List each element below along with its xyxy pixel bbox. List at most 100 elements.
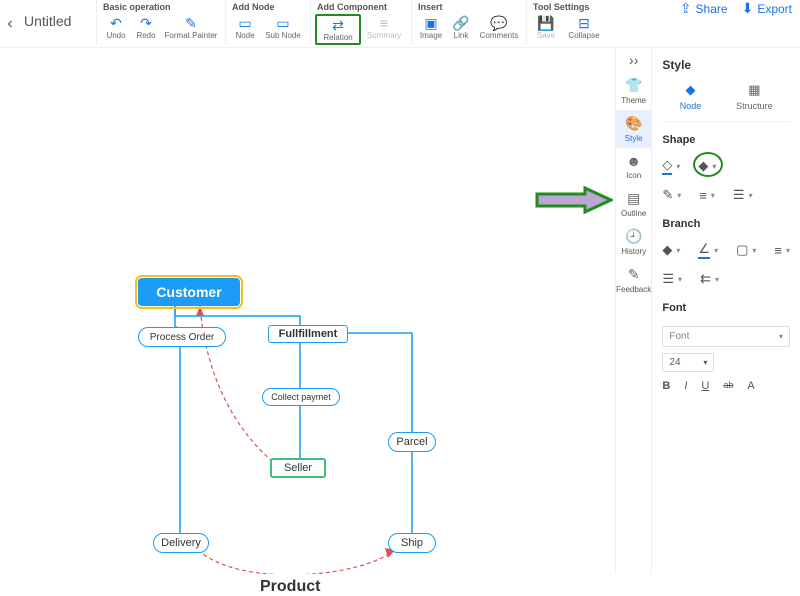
tab-node[interactable]: ◆Node xyxy=(680,82,702,111)
strikethrough-button[interactable]: ab xyxy=(723,380,733,392)
line-style-icon: ☰ xyxy=(733,187,745,203)
rail-feedback[interactable]: ✎ Feedback xyxy=(616,261,651,299)
rail-theme[interactable]: 👕 Theme xyxy=(616,72,651,110)
rail-outline[interactable]: ▤ Outline xyxy=(616,185,651,223)
tool-sub-node[interactable]: ▭Sub Node xyxy=(260,14,306,41)
node-delivery[interactable]: Delivery xyxy=(153,533,209,553)
export-icon: ⬇ xyxy=(742,0,754,17)
tab-structure[interactable]: ▦Structure xyxy=(736,82,773,111)
bold-button[interactable]: B xyxy=(662,380,670,392)
toolbar-group-add-component: Add Component⇄Relation≡Summary xyxy=(310,0,411,45)
branch-arrow-button[interactable]: ⇇▾ xyxy=(700,271,719,287)
tool-relation[interactable]: ⇄Relation xyxy=(315,14,361,45)
tool-image[interactable]: ▣Image xyxy=(416,14,446,41)
toolbar-group-basic-operation: Basic operation↶Undo↷Redo✎Format Painter xyxy=(96,0,225,45)
rail-label: History xyxy=(621,247,646,256)
top-toolbar: ‹ Untitled Basic operation↶Undo↷Redo✎For… xyxy=(0,0,800,48)
font-color-button[interactable]: A xyxy=(747,380,754,392)
tool-save: 💾Save xyxy=(531,14,561,41)
line-weight-icon: ≡ xyxy=(699,188,707,203)
arrow-indicator xyxy=(535,186,613,214)
rail-history[interactable]: 🕘History xyxy=(616,223,651,261)
export-button[interactable]: ⬇Export xyxy=(742,0,792,17)
tool-label: Link xyxy=(454,31,469,40)
tool-redo[interactable]: ↷Redo xyxy=(131,14,161,41)
summary-icon: ≡ xyxy=(380,15,388,31)
share-icon: ⇪ xyxy=(680,0,692,17)
branch-align-button[interactable]: ≡▾ xyxy=(774,241,790,259)
rail-label: Style xyxy=(625,134,643,143)
branch-weight-button[interactable]: ☰▾ xyxy=(662,271,682,287)
tool-node[interactable]: ▭Node xyxy=(230,14,260,41)
tool-format-painter[interactable]: ✎Format Painter xyxy=(161,14,221,41)
rail-collapse-button[interactable]: ›› xyxy=(616,48,651,72)
branch-color-icon: ◆ xyxy=(662,242,672,258)
tool-label: Image xyxy=(420,31,442,40)
right-actions: ⇪Share ⬇Export xyxy=(680,0,800,17)
line-weight-button[interactable]: ≡▾ xyxy=(699,187,715,203)
structure-tab-icon: ▦ xyxy=(748,82,760,98)
node-seller[interactable]: Seller xyxy=(270,458,326,478)
sub-node-icon: ▭ xyxy=(276,15,289,31)
fill-icon: ◇ xyxy=(662,157,672,175)
font-family-select[interactable]: Font▾ xyxy=(662,326,790,347)
shape-style-icon: ◆ xyxy=(698,158,708,174)
share-button[interactable]: ⇪Share xyxy=(680,0,728,17)
tool-label: Sub Node xyxy=(265,31,301,40)
line-style-button[interactable]: ☰▾ xyxy=(733,187,753,203)
node-customer[interactable]: Customer xyxy=(138,278,240,306)
border-button[interactable]: ✎▾ xyxy=(662,187,681,203)
style-icon: 🎨 xyxy=(625,115,642,132)
canvas-workspace[interactable]: Customer Process Order Fullfillment Coll… xyxy=(0,48,615,574)
tool-link[interactable]: 🔗Link xyxy=(446,14,476,41)
tool-label: Relation xyxy=(323,33,352,42)
relation-icon: ⇄ xyxy=(332,17,344,33)
rail-label: Feedback xyxy=(616,285,651,294)
underline-button[interactable]: U xyxy=(701,380,709,392)
canvas-edges xyxy=(0,48,615,574)
shape-fill-button[interactable]: ◇▾ xyxy=(662,157,680,175)
branch-color-button[interactable]: ◆▾ xyxy=(662,241,680,259)
toolbar-group-tool-settings: Tool Settings💾Save⊟Collapse xyxy=(526,0,611,45)
branch-line-button[interactable]: ∠▾ xyxy=(698,241,718,259)
redo-icon: ↷ xyxy=(140,15,152,31)
branch-align-icon: ≡ xyxy=(774,243,782,258)
tool-comments[interactable]: 💬Comments xyxy=(476,14,522,41)
font-size-select[interactable]: 24▾ xyxy=(662,353,714,372)
panel-tabs: ◆Node ▦Structure xyxy=(662,82,790,122)
rail-label: Outline xyxy=(621,209,646,218)
node-collect-paymet[interactable]: Collect paymet xyxy=(262,388,340,406)
section-branch-label: Branch xyxy=(662,206,790,238)
side-rail: ›› 👕 Theme 🎨 Style ☻Icon ▤ Outline 🕘History ✎ Fee… xyxy=(615,48,651,574)
tool-label: Node xyxy=(235,31,254,40)
back-button[interactable]: ‹ xyxy=(0,0,20,48)
rail-label: Theme xyxy=(621,96,646,105)
icon-icon: ☻ xyxy=(626,153,641,169)
group-label: Basic operation xyxy=(101,2,221,14)
tool-undo[interactable]: ↶Undo xyxy=(101,14,131,41)
feedback-icon: ✎ xyxy=(628,266,640,283)
branch-line-icon: ∠ xyxy=(698,241,710,259)
rail-style[interactable]: 🎨 Style xyxy=(616,110,651,148)
undo-icon: ↶ xyxy=(110,15,122,31)
tool-summary: ≡Summary xyxy=(361,14,407,45)
node-parcel[interactable]: Parcel xyxy=(388,432,436,452)
link-icon: 🔗 xyxy=(452,15,469,31)
section-font-label: Font xyxy=(662,290,790,322)
branch-shape-button[interactable]: ▢▾ xyxy=(736,241,756,259)
theme-icon: 👕 xyxy=(625,77,642,94)
branch-weight-icon: ☰ xyxy=(662,271,674,287)
node-fullfillment[interactable]: Fullfillment xyxy=(268,325,348,343)
shape-style-button[interactable]: ◆▾ xyxy=(698,157,716,175)
group-label: Tool Settings xyxy=(531,2,607,14)
node-ship[interactable]: Ship xyxy=(388,533,436,553)
italic-button[interactable]: I xyxy=(684,380,687,392)
document-title[interactable]: Untitled xyxy=(20,0,96,29)
node-process-order[interactable]: Process Order xyxy=(138,327,226,347)
tool-collapse[interactable]: ⊟Collapse xyxy=(561,14,607,41)
group-label: Add Node xyxy=(230,2,306,14)
rail-icon[interactable]: ☻Icon xyxy=(616,148,651,185)
tool-label: Collapse xyxy=(568,31,599,40)
outline-icon: ▤ xyxy=(627,190,640,207)
image-icon: ▣ xyxy=(424,15,437,31)
